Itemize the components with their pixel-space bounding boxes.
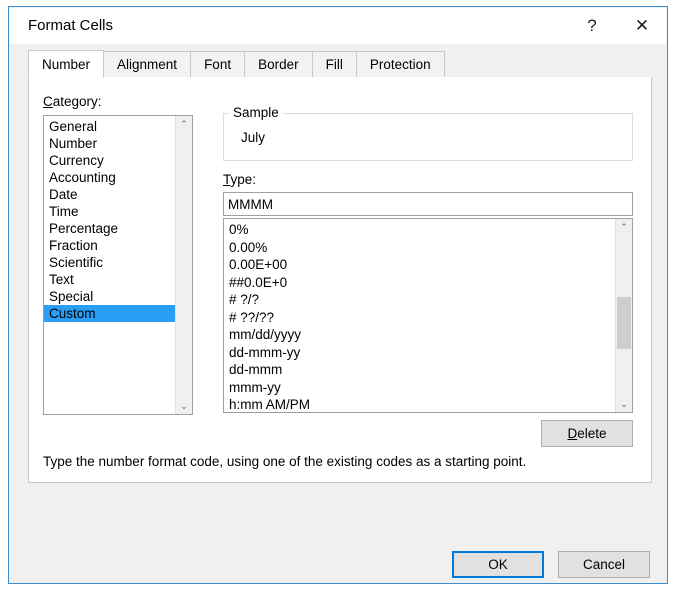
sample-value: July	[241, 130, 266, 145]
sample-legend: Sample	[229, 105, 283, 120]
format-code-item[interactable]: h:mm AM/PM	[224, 396, 615, 412]
screen: Format Cells ? ✕ Number Alignment Font Bord…	[0, 0, 676, 592]
category-item[interactable]: General	[44, 118, 175, 135]
format-code-item[interactable]: mm/dd/yyyy	[224, 326, 615, 344]
category-label-accel: C	[43, 94, 53, 109]
format-cells-dialog: Format Cells ? ✕ Number Alignment Font Bord…	[8, 6, 668, 584]
tab-number[interactable]: Number	[28, 50, 105, 78]
ok-button[interactable]: OK	[452, 551, 544, 578]
type-label-accel: T	[223, 172, 231, 187]
scroll-up-icon[interactable]: ⌃	[176, 116, 192, 132]
format-code-item[interactable]: dd-mmm-yy	[224, 344, 615, 362]
delete-button[interactable]: Delete	[541, 420, 633, 447]
category-item[interactable]: Scientific	[44, 254, 175, 271]
delete-accel: D	[567, 426, 578, 441]
format-code-item-host: 0% 0.00% 0.00E+00 ##0.0E+0 # ?/? # ??/?? mm/dd…	[224, 221, 615, 412]
category-item[interactable]: Number	[44, 135, 175, 152]
tab-font[interactable]: Font	[190, 51, 246, 78]
format-code-item[interactable]: dd-mmm	[224, 361, 615, 379]
category-listbox[interactable]: General Number Currency Accounting Date Time P…	[43, 115, 193, 415]
type-label-rest: ype:	[230, 172, 257, 187]
category-item[interactable]: Date	[44, 186, 175, 203]
format-code-listbox[interactable]: 0% 0.00% 0.00E+00 ##0.0E+0 # ?/? # ??/?? mm/dd…	[223, 218, 633, 413]
scrollbar-thumb[interactable]	[617, 297, 631, 349]
scroll-down-icon[interactable]: ⌄	[176, 398, 192, 414]
category-item[interactable]: Time	[44, 203, 175, 220]
dialog-title: Format Cells	[28, 17, 114, 34]
format-code-item[interactable]: mmm-yy	[224, 379, 615, 397]
category-item[interactable]: Text	[44, 271, 175, 288]
delete-button-label: Delete	[567, 426, 606, 441]
scroll-up-icon[interactable]: ⌃	[616, 219, 632, 235]
tab-border[interactable]: Border	[244, 51, 313, 78]
number-tab-panel: Category: General Number Currency Accountin…	[28, 77, 652, 483]
tab-strip: Number Alignment Font Border Fill Protection	[28, 50, 650, 78]
category-item[interactable]: Accounting	[44, 169, 175, 186]
dialog-titlebar: Format Cells ? ✕	[10, 8, 666, 44]
category-item[interactable]: Currency	[44, 152, 175, 169]
format-code-item[interactable]: 0.00E+00	[224, 256, 615, 274]
help-icon[interactable]: ?	[570, 8, 614, 44]
format-code-item[interactable]: 0%	[224, 221, 615, 239]
tab-protection[interactable]: Protection	[355, 51, 445, 78]
tab-fill[interactable]: Fill	[311, 51, 357, 78]
delete-label-rest: elete	[577, 426, 607, 441]
format-code-scrollbar[interactable]: ⌃ ⌄	[615, 219, 632, 412]
category-item[interactable]: Custom	[44, 305, 175, 322]
category-item-host: General Number Currency Accounting Date Time P…	[44, 118, 175, 322]
category-scrollbar[interactable]: ⌃ ⌄	[175, 116, 192, 414]
tab-list: Number Alignment Font Border Fill Protection	[28, 50, 445, 78]
sample-group-box	[223, 113, 633, 161]
format-code-item[interactable]: # ??/??	[224, 309, 615, 327]
tab-alignment[interactable]: Alignment	[103, 51, 192, 78]
category-label: Category:	[43, 94, 102, 109]
scroll-down-icon[interactable]: ⌄	[616, 396, 632, 412]
format-code-item[interactable]: # ?/?	[224, 291, 615, 309]
format-code-item[interactable]: 0.00%	[224, 239, 615, 257]
category-item[interactable]: Fraction	[44, 237, 175, 254]
category-item[interactable]: Percentage	[44, 220, 175, 237]
close-icon[interactable]: ✕	[620, 8, 664, 44]
hint-text: Type the number format code, using one o…	[43, 454, 527, 469]
format-code-item[interactable]: ##0.0E+0	[224, 274, 615, 292]
cancel-button[interactable]: Cancel	[558, 551, 650, 578]
type-input[interactable]	[223, 192, 633, 216]
dialog-inner: Format Cells ? ✕ Number Alignment Font Bord…	[10, 8, 666, 582]
type-label: Type:	[223, 172, 256, 187]
category-item[interactable]: Special	[44, 288, 175, 305]
category-label-rest: ategory:	[52, 94, 102, 109]
